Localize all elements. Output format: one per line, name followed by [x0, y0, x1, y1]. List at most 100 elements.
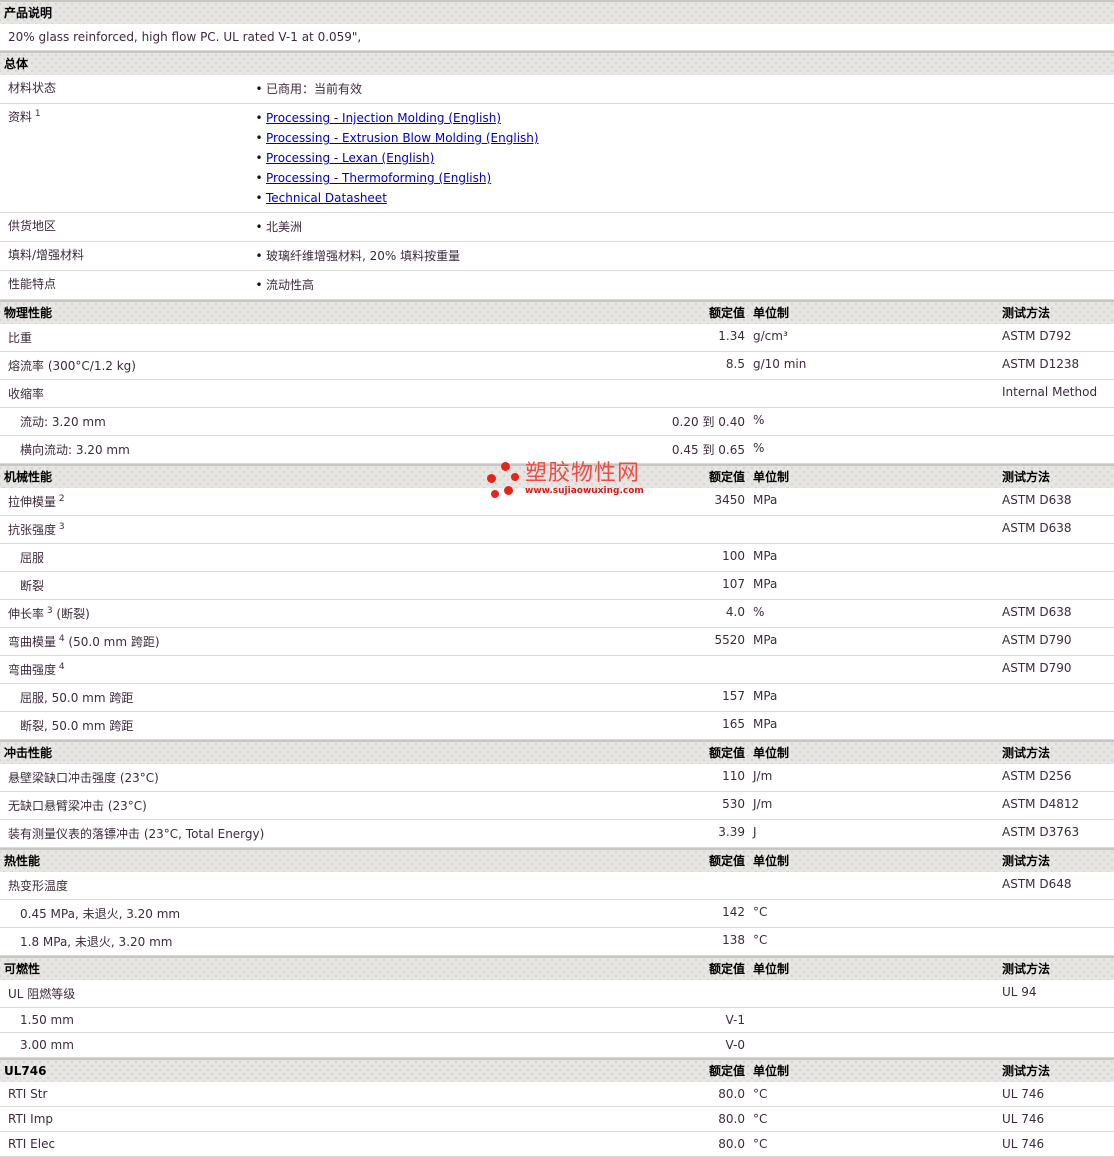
column-header-value: 额定值 — [708, 962, 745, 976]
bullet-list: • 流动性高 — [252, 275, 1114, 295]
bullet-icon: • — [255, 171, 263, 185]
table-row: UL 阻燃等级 UL 94 — [0, 980, 1114, 1008]
bullet-icon: • — [255, 111, 263, 125]
section-title: 产品说明 — [4, 6, 53, 20]
property-label-suffix: (300°C/1.2 kg) — [44, 359, 136, 373]
property-unit — [745, 877, 994, 894]
property-value: 142 — [722, 905, 745, 919]
column-header-method: 测试方法 — [1002, 962, 1051, 976]
table-row: 横向流动: 3.20 mm 0.45 到 0.65% — [0, 436, 1114, 464]
property-label-text: 抗张强度 — [8, 523, 57, 537]
property-unit: °C — [753, 1137, 768, 1151]
property-unit: J/m — [753, 769, 773, 783]
bullet-icon: • — [255, 82, 263, 96]
bullet-item: • 已商用：当前有效 — [252, 79, 1114, 99]
property-label-text: 材料状态 — [8, 81, 57, 95]
property-unit: g/10 min — [753, 357, 807, 371]
property-label-text: 比重 — [8, 331, 33, 345]
section-title: 热性能 — [4, 854, 41, 868]
table-row: 0.45 MPa, 未退火, 3.20 mm 142 °C — [0, 900, 1114, 928]
property-label: 供货地区 — [0, 217, 252, 237]
table-row: 屈服 100 MPa — [0, 544, 1114, 572]
property-value — [635, 661, 745, 678]
test-method: Internal Method — [1002, 385, 1098, 399]
document-link[interactable]: Processing - Injection Molding (English) — [266, 111, 501, 125]
property-label: 弯曲强度 4 — [0, 661, 635, 678]
section-title: 机械性能 — [4, 470, 53, 484]
property-label: 比重 — [0, 329, 635, 346]
property-unit: °C — [753, 933, 768, 947]
test-method: ASTM D638 — [1002, 521, 1072, 535]
bullet-icon: • — [255, 249, 263, 263]
bullet-icon: • — [255, 151, 263, 165]
property-unit: % — [753, 605, 765, 619]
property-label-text: 填料/增强材料 — [8, 248, 85, 262]
property-label: 断裂 — [0, 577, 635, 594]
property-label-text: 资料 — [8, 110, 33, 124]
property-value: 107 — [722, 577, 745, 591]
property-unit: J/m — [753, 797, 773, 811]
bullet-item: • Processing - Lexan (English) — [252, 148, 1114, 168]
property-label-text: 断裂 — [20, 579, 45, 593]
section-header-thermal: 热性能 额定值 单位制 测试方法 — [0, 848, 1114, 872]
property-value: 5520 — [714, 633, 745, 647]
property-label: 资料 1 — [0, 108, 252, 208]
property-label: 0.45 MPa, 未退火, 3.20 mm — [0, 905, 635, 922]
property-label: 断裂, 50.0 mm 跨距 — [0, 717, 635, 734]
document-link[interactable]: Processing - Lexan (English) — [266, 151, 434, 165]
property-label: 弯曲模量 4 (50.0 mm 跨距) — [0, 633, 635, 650]
column-header-unit: 单位制 — [753, 746, 790, 760]
property-label: RTI Str — [0, 1087, 635, 1101]
column-header-method: 测试方法 — [1002, 854, 1051, 868]
property-value: 138 — [722, 933, 745, 947]
description-row: 20% glass reinforced, high flow PC. UL r… — [0, 24, 1114, 51]
property-label-text: 热变形温度 — [8, 879, 69, 893]
section-header-ul746: UL746 额定值 单位制 测试方法 — [0, 1058, 1114, 1082]
bullet-text: 玻璃纤维增强材料, 20% 填料按重量 — [266, 249, 461, 263]
bullet-list: • 玻璃纤维增强材料, 20% 填料按重量 — [252, 246, 1114, 266]
property-unit: °C — [753, 1112, 768, 1126]
property-label-text: 拉伸模量 — [8, 495, 57, 509]
column-header-unit: 单位制 — [753, 306, 790, 320]
property-label-text: RTI Str — [8, 1087, 48, 1101]
test-method: ASTM D792 — [1002, 329, 1072, 343]
property-unit: MPa — [753, 493, 778, 507]
property-value: 3.39 — [718, 825, 745, 839]
document-link[interactable]: Technical Datasheet — [266, 191, 387, 205]
property-unit — [745, 985, 994, 1002]
test-method — [994, 441, 1114, 458]
section-title-cell: 可燃性 — [0, 960, 635, 977]
section-header-physical: 物理性能 额定值 单位制 测试方法 — [0, 300, 1114, 324]
section-title-cell: 总体 — [0, 55, 1114, 72]
section-title: 物理性能 — [4, 306, 53, 320]
property-value — [635, 877, 745, 894]
property-value — [635, 385, 745, 402]
test-method: UL 746 — [1002, 1112, 1045, 1126]
property-unit: g/cm³ — [753, 329, 788, 343]
table-row: RTI Imp 80.0 °C UL 746 — [0, 1107, 1114, 1132]
table-row: 性能特点 • 流动性高 — [0, 271, 1114, 300]
property-label-text: 屈服, 50.0 mm 跨距 — [20, 691, 134, 705]
section-header-general: 总体 — [0, 51, 1114, 75]
property-label: 横向流动: 3.20 mm — [0, 441, 635, 458]
test-method: UL 746 — [1002, 1137, 1045, 1151]
property-unit: °C — [753, 1087, 768, 1101]
bullet-item: • 流动性高 — [252, 275, 1114, 295]
column-header-unit: 单位制 — [753, 470, 790, 484]
test-method — [994, 413, 1114, 430]
test-method: ASTM D790 — [1002, 633, 1072, 647]
document-link[interactable]: Processing - Thermoforming (English) — [266, 171, 491, 185]
bullet-icon: • — [255, 191, 263, 205]
property-label: 材料状态 — [0, 79, 252, 99]
bullet-item: • Processing - Extrusion Blow Molding (En… — [252, 128, 1114, 148]
property-unit: MPa — [753, 717, 778, 731]
column-header-value: 额定值 — [708, 854, 745, 868]
document-link[interactable]: Processing - Extrusion Blow Molding (Eng… — [266, 131, 539, 145]
property-value: 0.45 到 0.65 — [671, 443, 745, 457]
table-row: 拉伸模量 2 3450 MPa ASTM D638 — [0, 488, 1114, 516]
property-label-text: 1.8 MPa, 未退火, 3.20 mm — [20, 935, 173, 949]
property-unit: °C — [753, 905, 768, 919]
bullet-item: • Processing - Injection Molding (English… — [252, 108, 1114, 128]
table-row: 悬壁梁缺口冲击强度 (23°C) 110 J/m ASTM D256 — [0, 764, 1114, 792]
test-method: ASTM D638 — [1002, 605, 1072, 619]
